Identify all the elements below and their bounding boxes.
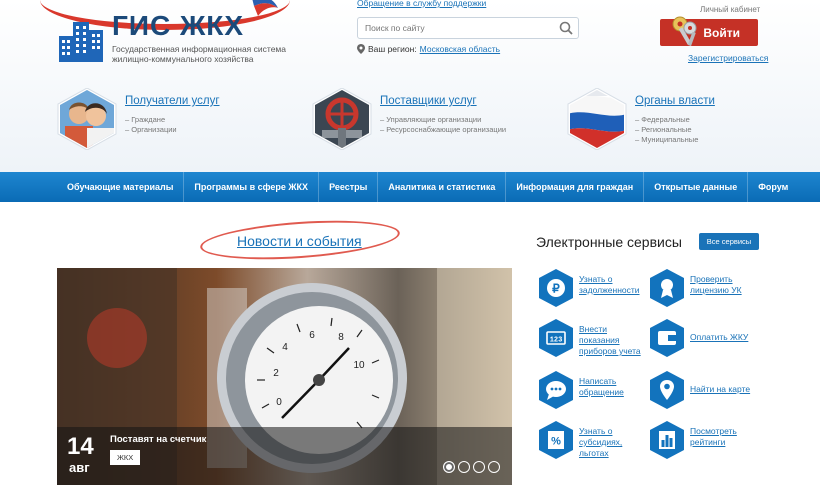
percent-icon: % [539,421,573,459]
service-subsidies[interactable]: % Узнать о субсидиях, льготах [537,420,647,464]
service-label[interactable]: Найти на карте [690,384,750,395]
slider-dot[interactable] [488,461,500,473]
svg-text:2: 2 [273,368,279,379]
service-label[interactable]: Внести показания приборов учета [579,324,647,357]
category-title[interactable]: Органы власти [635,95,715,107]
category-title[interactable]: Поставщики услуг [380,95,477,107]
rating-icon [650,421,684,459]
svg-text:123: 123 [550,337,563,345]
category-item[interactable]: – Региональные [635,125,698,135]
category-item[interactable]: – Граждане [125,115,177,125]
service-meter[interactable]: 123 Внести показания приборов учета [537,318,647,362]
slider-dots [443,461,500,473]
cabinet-label: Личный кабинет [700,5,761,14]
site-header: ГИС ЖКХ Государственная информационная с… [0,0,820,172]
logo-building-icon [59,22,103,62]
service-label[interactable]: Узнать о задолженности [579,274,647,296]
svg-text:8: 8 [338,332,344,343]
russian-flag-icon [567,88,627,150]
news-section-title[interactable]: Новости и события [237,233,362,249]
category-title[interactable]: Получатели услуг [125,95,220,107]
news-slider[interactable]: 0 2 4 6 8 10 14 авг Поставят на счетчик ЖКХ [57,268,512,485]
nav-item-citizens-info[interactable]: Информация для граждан [506,172,645,202]
register-link[interactable]: Зарегистрироваться [688,53,768,63]
search-box [357,17,579,39]
category-providers[interactable]: Поставщики услуг – Управляющие организац… [312,88,552,158]
category-recipients[interactable]: Получатели услуг – Граждане – Организаци… [57,88,297,158]
service-label[interactable]: Оплатить ЖКУ [690,332,748,343]
service-label[interactable]: Узнать о субсидиях, льготах [579,426,647,459]
category-item[interactable]: – Управляющие организации [380,115,506,125]
location-pin-icon [357,44,365,54]
category-list: – Граждане – Организации [125,115,177,135]
service-ratings[interactable]: Посмотреть рейтинги [648,420,758,464]
svg-text:0: 0 [276,397,282,408]
news-tag[interactable]: ЖКХ [110,450,141,465]
logo-subtitle: Государственная информационная система ж… [112,44,286,64]
flag-ribbon-icon [252,0,278,16]
search-icon[interactable] [559,21,573,35]
category-item[interactable]: – Организации [125,125,177,135]
region-link[interactable]: Московская область [420,44,500,54]
service-license[interactable]: Проверить лицензию УК [648,268,758,312]
slider-dot[interactable] [473,461,485,473]
region-selector: Ваш регион: Московская область [357,44,500,54]
svg-text:%: % [551,436,561,448]
svg-text:10: 10 [353,360,365,371]
logo-title[interactable]: ГИС ЖКХ [112,10,244,42]
svg-text:4: 4 [282,342,288,353]
search-input[interactable] [365,18,555,38]
wallet-icon [650,319,684,357]
slider-dot[interactable] [443,461,455,473]
service-appeal[interactable]: Написать обращение [537,370,647,414]
nav-item-analytics[interactable]: Аналитика и статистика [378,172,507,202]
nav-item-learning[interactable]: Обучающие материалы [57,172,185,202]
keys-icon [672,16,697,47]
license-icon [650,269,684,307]
service-label[interactable]: Написать обращение [579,376,647,398]
login-label: Войти [703,25,740,40]
svg-text:₽: ₽ [552,282,560,296]
service-label[interactable]: Проверить лицензию УК [690,274,758,296]
meter-icon: 123 [539,319,573,357]
main-nav: Обучающие материалы Программы в сфере ЖК… [0,172,820,202]
support-link[interactable]: Обращение в службу поддержки [357,0,486,8]
nav-item-open-data[interactable]: Открытые данные [644,172,749,202]
map-pin-icon [650,371,684,409]
chat-icon [539,371,573,409]
providers-photo-icon [312,88,372,150]
category-item[interactable]: – Федеральные [635,115,698,125]
slider-dot[interactable] [458,461,470,473]
category-authorities[interactable]: Органы власти – Федеральные – Региональн… [567,88,807,158]
service-label[interactable]: Посмотреть рейтинги [690,426,758,448]
region-label: Ваш регион: [368,44,417,54]
category-item[interactable]: – Ресурсоснабжающие организации [380,125,506,135]
service-debt[interactable]: ₽ Узнать о задолженности [537,268,647,312]
services-title: Электронные сервисы [536,234,682,250]
category-item[interactable]: – Муниципальные [635,135,698,145]
service-pay[interactable]: Оплатить ЖКУ [648,318,758,362]
category-list: – Федеральные – Региональные – Муниципал… [635,115,698,145]
nav-item-registries[interactable]: Реестры [319,172,379,202]
recipients-photo-icon [57,88,117,150]
svg-text:6: 6 [309,330,315,341]
service-map[interactable]: Найти на карте [648,370,758,414]
nav-item-programs[interactable]: Программы в сфере ЖКХ [184,172,320,202]
news-day: 14 [67,433,94,460]
nav-item-forum[interactable]: Форум [748,172,798,202]
ruble-icon: ₽ [539,269,573,307]
news-month: авг [69,460,90,475]
all-services-button[interactable]: Все сервисы [699,233,759,250]
category-list: – Управляющие организации – Ресурсоснабж… [380,115,506,135]
news-headline[interactable]: Поставят на счетчик [110,434,206,445]
